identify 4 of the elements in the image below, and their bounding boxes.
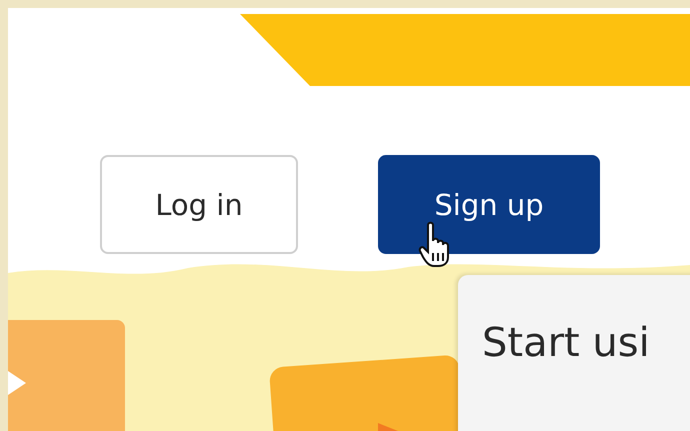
sign-up-button[interactable]: Sign up <box>378 155 600 254</box>
card-title: Start usi <box>482 320 650 366</box>
log-in-button[interactable]: Log in <box>100 155 298 254</box>
hand-cursor-icon <box>418 221 452 267</box>
